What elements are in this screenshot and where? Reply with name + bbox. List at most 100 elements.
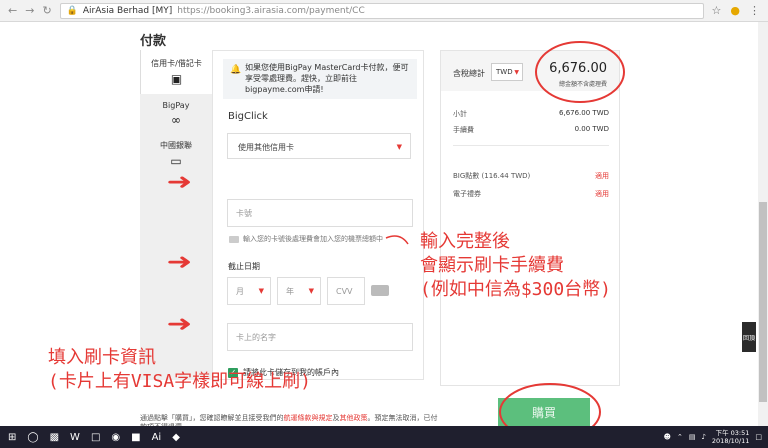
annotation-line: 填入刷卡資訊 <box>48 347 156 368</box>
currency-select[interactable]: TWD ▼ <box>491 63 523 81</box>
url-text: https://booking3.airasia.com/payment/CC <box>177 5 365 16</box>
terms-and: 及 <box>332 414 340 422</box>
month-placeholder: 月 <box>236 286 244 296</box>
big-points-row: BIG點數 (116.44 TWD) 適用 <box>453 171 609 181</box>
lock-icon: 🔒 <box>66 5 78 16</box>
subtotal-value: 6,676.00 TWD <box>559 109 609 117</box>
annotation-card-note: 填入刷卡資訊 (卡片上有VISA字樣即可線上刷) <box>48 346 311 394</box>
task-view-icon[interactable]: ▩ <box>50 432 59 443</box>
chrome-icon[interactable]: ◉ <box>111 432 120 443</box>
terms-text: 通過點擊「購買」，您確認瞭解並且接受我們的航運條款與規定及其他政策。預定無法取消… <box>140 414 440 426</box>
chevron-down-icon: ▼ <box>514 69 519 76</box>
network-icon[interactable]: ▤ <box>689 433 696 441</box>
browser-actions: ☆ ● ⋮ <box>704 4 768 17</box>
cvv-card-icon <box>371 285 389 296</box>
word-icon[interactable]: W <box>70 432 80 443</box>
system-tray: ☻ ⌃ ▤ ♪ 下午 03:51 2018/10/11 □ <box>664 429 768 445</box>
fee-value: 0.00 TWD <box>574 125 609 133</box>
clock[interactable]: 下午 03:51 2018/10/11 <box>712 429 749 445</box>
address-bar[interactable]: 🔒 AirAsia Berhad [MY] https://booking3.a… <box>59 2 704 19</box>
card-select-value: 使用其他信用卡 <box>238 143 294 152</box>
card-number-input[interactable]: 卡號 <box>227 199 413 227</box>
chevron-down-icon: ▼ <box>258 287 264 295</box>
bigpay-notice: 🔔 如果您使用BigPay MasterCard卡付款，便可享受零處理費。趕快，… <box>223 59 417 99</box>
tab-label: BigPay <box>162 101 190 110</box>
people-icon[interactable]: ☻ <box>664 433 671 441</box>
menu-icon[interactable]: ⋮ <box>749 4 760 17</box>
app-icon[interactable]: ◆ <box>172 432 180 443</box>
arrow-left-icon[interactable]: ← <box>8 4 17 17</box>
card-hint-text: 輸入您的卡號後處理費會加入您的機票總額中 <box>243 235 383 243</box>
chevron-up-icon[interactable]: ⌃ <box>677 433 683 441</box>
chevron-down-icon: ▼ <box>308 287 314 295</box>
annotation-arrow-icon: ➜ <box>166 250 193 275</box>
monitor-icon: ▭ <box>170 154 182 168</box>
line-icon[interactable]: ■ <box>131 432 140 443</box>
clock-date: 2018/10/11 <box>711 437 750 445</box>
back-to-top-button[interactable]: 回頂 <box>742 322 756 352</box>
browser-toolbar: ← → ↻ 🔒 AirAsia Berhad [MY] https://book… <box>0 0 768 22</box>
summary-header: 含稅總計 TWD ▼ 6,676.00 總金額不含處理費 <box>441 51 619 91</box>
cvv-input[interactable]: CVV <box>327 277 365 305</box>
page-title: 付款 <box>140 34 167 49</box>
terms-link-policies[interactable]: 其他政策 <box>340 414 368 422</box>
star-icon[interactable]: ☆ <box>712 4 722 17</box>
illustrator-icon[interactable]: Ai <box>152 432 162 443</box>
search-icon[interactable]: ◯ <box>27 432 38 443</box>
month-select[interactable]: 月 ▼ <box>227 277 271 305</box>
annotation-line: (卡片上有VISA字樣即可線上刷) <box>48 371 312 392</box>
card-hint: 輸入您的卡號後處理費會加入您的機票總額中 <box>229 234 383 244</box>
big-points-label: BIG點數 (116.44 TWD) <box>453 172 531 180</box>
taskbar-icons: ⊞ ◯ ▩ W □ ◉ ■ Ai ◆ <box>0 432 180 443</box>
scrollbar-thumb[interactable] <box>759 202 767 402</box>
annotation-fee-note: 輸入完整後 會顯示刷卡手續費 (例如中信為$300台幣) <box>420 230 611 302</box>
clock-time: 下午 03:51 <box>715 429 750 437</box>
currency-value: TWD <box>496 68 513 76</box>
card-form: 🔔 如果您使用BigPay MasterCard卡付款，便可享受零處理費。趕快，… <box>212 50 424 380</box>
annotation-line: 會顯示刷卡手續費 <box>420 255 564 276</box>
arrow-right-icon[interactable]: → <box>25 4 34 17</box>
card-select[interactable]: 使用其他信用卡 ▼ <box>227 133 411 159</box>
volume-icon[interactable]: ♪ <box>701 433 705 441</box>
year-select[interactable]: 年 ▼ <box>277 277 321 305</box>
tax-note: 總金額不含處理費 <box>558 81 607 88</box>
notice-text: 如果您使用BigPay MasterCard卡付款，便可享受零處理費。趕快，立即… <box>245 63 409 94</box>
site-label: AirAsia Berhad [MY] <box>82 5 173 16</box>
voucher-label: 電子禮券 <box>453 190 481 198</box>
extension-icon[interactable]: ● <box>730 4 740 17</box>
credit-card-icon: ▣ <box>170 72 183 86</box>
voucher-apply[interactable]: 適用 <box>595 189 609 199</box>
annotation-arrow-icon: ➜ <box>166 170 193 195</box>
total-amount: 6,676.00 <box>549 61 607 76</box>
terms-prefix: 通過點擊「購買」，您確認瞭解並且接受我們的 <box>140 414 284 422</box>
browser-nav: ← → ↻ <box>0 4 60 17</box>
subtotal-label: 小計 <box>453 110 467 118</box>
annotation-line: (例如中信為$300台幣) <box>420 279 612 300</box>
taskbar: ⊞ ◯ ▩ W □ ◉ ■ Ai ◆ ☻ ⌃ ▤ ♪ 下午 03:51 2018… <box>0 426 768 448</box>
divider <box>453 145 609 146</box>
buy-button[interactable]: 購買 <box>498 398 590 426</box>
reload-icon[interactable]: ↻ <box>42 4 51 17</box>
annotation-line: 輸入完整後 <box>420 231 510 252</box>
tab-credit-card[interactable]: 信用卡/借記卡 ▣ <box>140 50 212 94</box>
terms-link-conditions[interactable]: 航運條款與規定 <box>284 414 333 422</box>
chevron-down-icon: ▼ <box>396 143 402 151</box>
card-hint-icon <box>229 235 239 243</box>
windows-icon[interactable]: ⊞ <box>8 432 16 443</box>
year-placeholder: 年 <box>286 286 294 296</box>
tab-label: 中國銀聯 <box>160 141 192 150</box>
tab-label: 信用卡/借記卡 <box>151 59 202 68</box>
tab-bigpay[interactable]: BigPay ∞ <box>140 94 212 134</box>
fee-row: 手續費 0.00 TWD <box>453 125 609 135</box>
bell-icon: 🔔 <box>230 65 242 75</box>
scrollbar[interactable] <box>758 22 768 426</box>
big-points-apply[interactable]: 適用 <box>595 171 609 181</box>
folder-icon[interactable]: □ <box>91 432 100 443</box>
tab-unionpay[interactable]: 中國銀聯 ▭ <box>140 134 212 174</box>
expiry-label: 截止日期 <box>228 262 260 271</box>
bigpay-icon: ∞ <box>171 113 181 127</box>
notification-icon[interactable]: □ <box>755 433 762 441</box>
annotation-arrow-icon: ➜ <box>166 312 193 337</box>
fee-label: 手續費 <box>453 126 474 134</box>
voucher-row: 電子禮券 適用 <box>453 189 609 199</box>
